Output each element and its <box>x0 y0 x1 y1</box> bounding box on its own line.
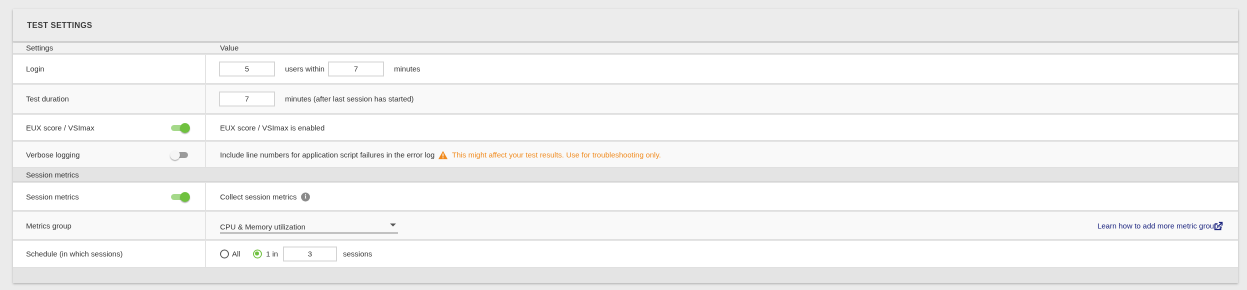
schedule-one-in-label: 1 in <box>266 249 279 259</box>
test-duration-row: Test duration minutes (after last sessio… <box>13 85 1238 114</box>
schedule-label: Schedule (in which sessions) <box>26 249 123 259</box>
test-duration-input[interactable] <box>219 91 275 107</box>
schedule-sessions-input[interactable] <box>283 246 337 262</box>
verbose-logging-label: Verbose logging <box>26 150 80 159</box>
eux-row: EUX score / VSImax EUX score / VSImax is… <box>13 115 1238 141</box>
verbose-logging-description: Include line numbers for application scr… <box>220 150 435 159</box>
eux-toggle[interactable] <box>170 122 190 133</box>
test-duration-suffix: minutes (after last session has started) <box>285 94 414 104</box>
metrics-group-label: Metrics group <box>26 221 72 230</box>
minutes-text: minutes <box>394 64 421 74</box>
verbose-logging-row: Verbose logging Include line numbers for… <box>13 142 1238 168</box>
settings-column-header: Settings <box>26 43 54 53</box>
eux-status-text: EUX score / VSImax is enabled <box>220 123 325 132</box>
session-metrics-section-title: Session metrics <box>26 170 79 180</box>
test-duration-label: Test duration <box>26 94 69 104</box>
login-minutes-input[interactable] <box>328 61 384 77</box>
info-icon[interactable]: i <box>301 192 310 201</box>
schedule-all-label: All <box>232 249 241 259</box>
learn-more-metric-groups-link[interactable]: Learn how to add more metric groups <box>1097 221 1222 230</box>
schedule-sessions-suffix: sessions <box>343 249 373 259</box>
metrics-group-select[interactable]: CPU & Memory utilization <box>220 218 398 233</box>
login-users-input[interactable] <box>219 61 275 77</box>
panel-header: TEST SETTINGS <box>13 9 1238 42</box>
verbose-logging-toggle[interactable] <box>170 149 190 160</box>
eux-label: EUX score / VSImax <box>26 123 95 132</box>
users-within-text: users within <box>285 64 325 74</box>
collect-session-metrics-text: Collect session metrics <box>220 192 297 201</box>
table-header-row: Settings Value <box>13 43 1238 54</box>
login-row: Login users within minutes <box>13 55 1238 84</box>
login-label: Login <box>26 64 45 74</box>
schedule-all-radio[interactable] <box>220 249 229 259</box>
metrics-group-selected-value: CPU & Memory utilization <box>220 222 306 231</box>
schedule-one-in-radio[interactable] <box>253 249 262 259</box>
external-link-icon[interactable] <box>1214 221 1223 230</box>
chevron-down-icon <box>390 223 396 226</box>
metrics-group-row: Metrics group CPU & Memory utilization L… <box>13 212 1238 240</box>
session-metrics-section-header: Session metrics <box>13 169 1238 182</box>
verbose-logging-warning: This might affect your test results. Use… <box>452 150 661 159</box>
warning-icon <box>438 150 448 159</box>
test-settings-panel: TEST SETTINGS Settings Value Login users… <box>13 9 1238 283</box>
session-metrics-toggle[interactable] <box>170 191 190 202</box>
value-column-header: Value <box>220 43 239 53</box>
session-metrics-label: Session metrics <box>26 192 79 201</box>
session-metrics-row: Session metrics Collect session metrics … <box>13 183 1238 211</box>
panel-title: TEST SETTINGS <box>27 21 93 30</box>
schedule-row: Schedule (in which sessions) All 1 in se… <box>13 241 1238 268</box>
